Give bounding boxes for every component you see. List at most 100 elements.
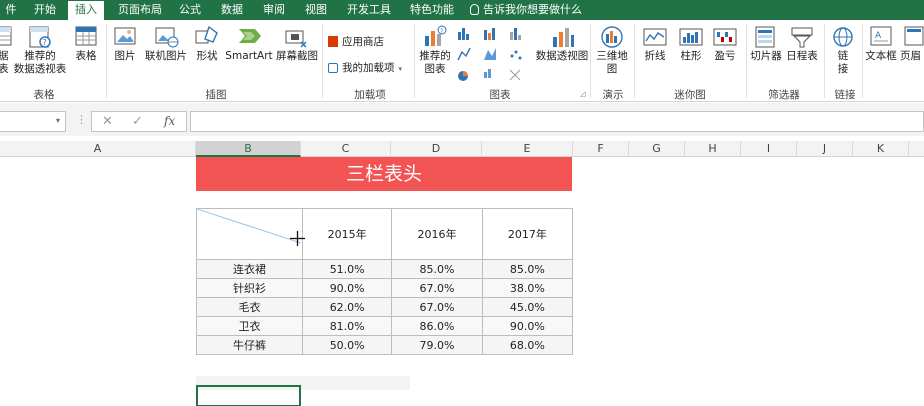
slicer-button[interactable]: 切片器: [748, 20, 784, 84]
value-cell[interactable]: 81.0%: [301, 316, 393, 336]
smartart-button[interactable]: SmartArt: [224, 20, 274, 84]
table-row: 卫衣 81.0% 86.0% 90.0%: [196, 316, 574, 336]
value-cell[interactable]: 68.0%: [481, 335, 574, 355]
value-cell[interactable]: 45.0%: [481, 297, 574, 317]
insert-function-icon[interactable]: fx: [164, 114, 175, 128]
value-cell[interactable]: 85.0%: [391, 259, 483, 279]
sparkline-column-button[interactable]: 柱形: [674, 20, 708, 84]
tab-review[interactable]: 审阅: [258, 0, 290, 20]
pivot-chart-icon: [553, 28, 574, 47]
textbox-button[interactable]: A 文本框: [864, 20, 898, 84]
header-footer-button[interactable]: 页眉: [900, 20, 924, 84]
column-header-g[interactable]: G: [629, 141, 685, 157]
screenshot-button[interactable]: 屏幕截图: [274, 20, 320, 84]
pivot-table-icon: [0, 26, 12, 46]
tab-file[interactable]: 件: [0, 0, 22, 20]
column-header-b[interactable]: B: [196, 141, 301, 157]
sparkline-line-button[interactable]: 折线: [638, 20, 672, 84]
3d-map-button[interactable]: 三维地 图: [592, 20, 632, 84]
pictures-button[interactable]: 图片: [110, 20, 140, 84]
formula-input[interactable]: [190, 111, 924, 132]
column-header-c[interactable]: C: [301, 141, 391, 157]
sparkline-column-label: 柱形: [680, 50, 702, 62]
value-cell[interactable]: 90.0%: [301, 278, 393, 298]
my-addins-dropdown-icon: ▾: [398, 65, 403, 73]
tab-developer[interactable]: 开发工具: [342, 0, 396, 20]
chart-types-icon[interactable]: [456, 26, 532, 86]
tab-page-layout[interactable]: 页面布局: [112, 0, 168, 20]
ribbon-separator: [824, 24, 825, 98]
column-header-e[interactable]: E: [482, 141, 573, 157]
recommended-pivot-label-2: 数据透视表: [13, 63, 67, 75]
value-cell[interactable]: 51.0%: [301, 259, 393, 279]
value-cell[interactable]: 90.0%: [481, 316, 574, 336]
svg-text:A: A: [875, 31, 882, 41]
year-header-cell[interactable]: 2017年: [481, 208, 574, 260]
recommended-pivot-button[interactable]: ? 推荐的 数据透视表: [12, 20, 68, 84]
table-button[interactable]: 表格: [70, 20, 102, 84]
worksheet-grid[interactable]: 三栏表头 2015年 2016年 2017年 连衣裙 51.0% 85.0% 8…: [0, 157, 924, 406]
tab-insert[interactable]: 插入: [68, 1, 104, 20]
product-name-cell[interactable]: 针织衫: [196, 278, 303, 298]
column-header-f[interactable]: F: [573, 141, 629, 157]
column-header-a[interactable]: A: [0, 141, 196, 157]
enter-icon[interactable]: ✓: [132, 114, 143, 129]
tell-me-box[interactable]: 告诉我你想要做什么: [470, 0, 582, 20]
online-pictures-label: 联机图片: [145, 50, 187, 62]
name-box-dropdown-icon[interactable]: ▾: [56, 116, 60, 125]
recommended-charts-button[interactable]: ? 推荐的 图表: [418, 20, 452, 84]
shapes-label: 形状: [196, 50, 218, 62]
sparkline-winloss-label: 盈亏: [714, 50, 736, 62]
tab-home[interactable]: 开始: [28, 0, 62, 20]
formula-bar-resize-handle[interactable]: ⋮: [76, 113, 87, 126]
year-header-cell[interactable]: 2015年: [301, 208, 393, 260]
online-pictures-button[interactable]: 联机图片: [142, 20, 190, 84]
timeline-button[interactable]: 日程表: [784, 20, 820, 84]
sparkline-winloss-button[interactable]: 盈亏: [708, 20, 742, 84]
product-name-cell[interactable]: 卫衣: [196, 316, 303, 336]
product-name-cell[interactable]: 毛衣: [196, 297, 303, 317]
value-cell[interactable]: 86.0%: [391, 316, 483, 336]
selected-cell[interactable]: [196, 385, 301, 406]
tab-special-features[interactable]: 特色功能: [404, 0, 460, 20]
table-row: 连衣裙 51.0% 85.0% 85.0%: [196, 259, 574, 279]
my-addins-label: 我的加载项: [342, 62, 395, 74]
textbox-icon: A: [870, 26, 892, 46]
tab-data[interactable]: 数据: [216, 0, 248, 20]
recommended-charts-label-1: 推荐的: [419, 50, 451, 62]
pivot-chart-button[interactable]: 数据透视图: [534, 20, 590, 84]
shapes-button[interactable]: 形状 ▾: [190, 20, 224, 84]
link-button[interactable]: 链 接: [826, 20, 860, 84]
value-cell[interactable]: 85.0%: [481, 259, 574, 279]
column-header-d[interactable]: D: [391, 141, 482, 157]
value-cell[interactable]: 38.0%: [481, 278, 574, 298]
group-label-tables: 表格: [33, 89, 55, 101]
diagonal-header-cell[interactable]: [196, 208, 303, 260]
header-footer-label: 页眉: [900, 50, 921, 62]
product-name-cell[interactable]: 连衣裙: [196, 259, 303, 279]
tab-formulas[interactable]: 公式: [174, 0, 206, 20]
tab-view[interactable]: 视图: [300, 0, 332, 20]
ribbon-separator: [590, 24, 591, 98]
pivot-table-label-1: 据: [0, 50, 9, 62]
value-cell[interactable]: 67.0%: [391, 297, 483, 317]
column-header-i[interactable]: I: [741, 141, 797, 157]
product-name-cell[interactable]: 牛仔裤: [196, 335, 303, 355]
sheet-title-banner[interactable]: 三栏表头: [196, 157, 572, 191]
cancel-icon[interactable]: ✕: [102, 114, 113, 129]
value-cell[interactable]: 79.0%: [391, 335, 483, 355]
value-cell[interactable]: 67.0%: [391, 278, 483, 298]
charts-dialog-launcher-icon[interactable]: ◿: [580, 90, 585, 98]
group-label-filters: 筛选器: [768, 89, 800, 101]
column-header-h[interactable]: H: [685, 141, 741, 157]
value-cell[interactable]: 50.0%: [301, 335, 393, 355]
table-row: 牛仔裤 50.0% 79.0% 68.0%: [196, 335, 574, 355]
name-box[interactable]: ▾: [0, 111, 66, 132]
value-cell[interactable]: 62.0%: [301, 297, 393, 317]
column-header-k[interactable]: K: [853, 141, 909, 157]
app-store-button[interactable]: 应用商店: [328, 34, 384, 49]
my-addins-button[interactable]: 我的加载项 ▾: [328, 60, 402, 75]
year-header-cell[interactable]: 2016年: [391, 208, 483, 260]
link-label-1: 链: [837, 50, 849, 62]
column-header-j[interactable]: J: [797, 141, 853, 157]
